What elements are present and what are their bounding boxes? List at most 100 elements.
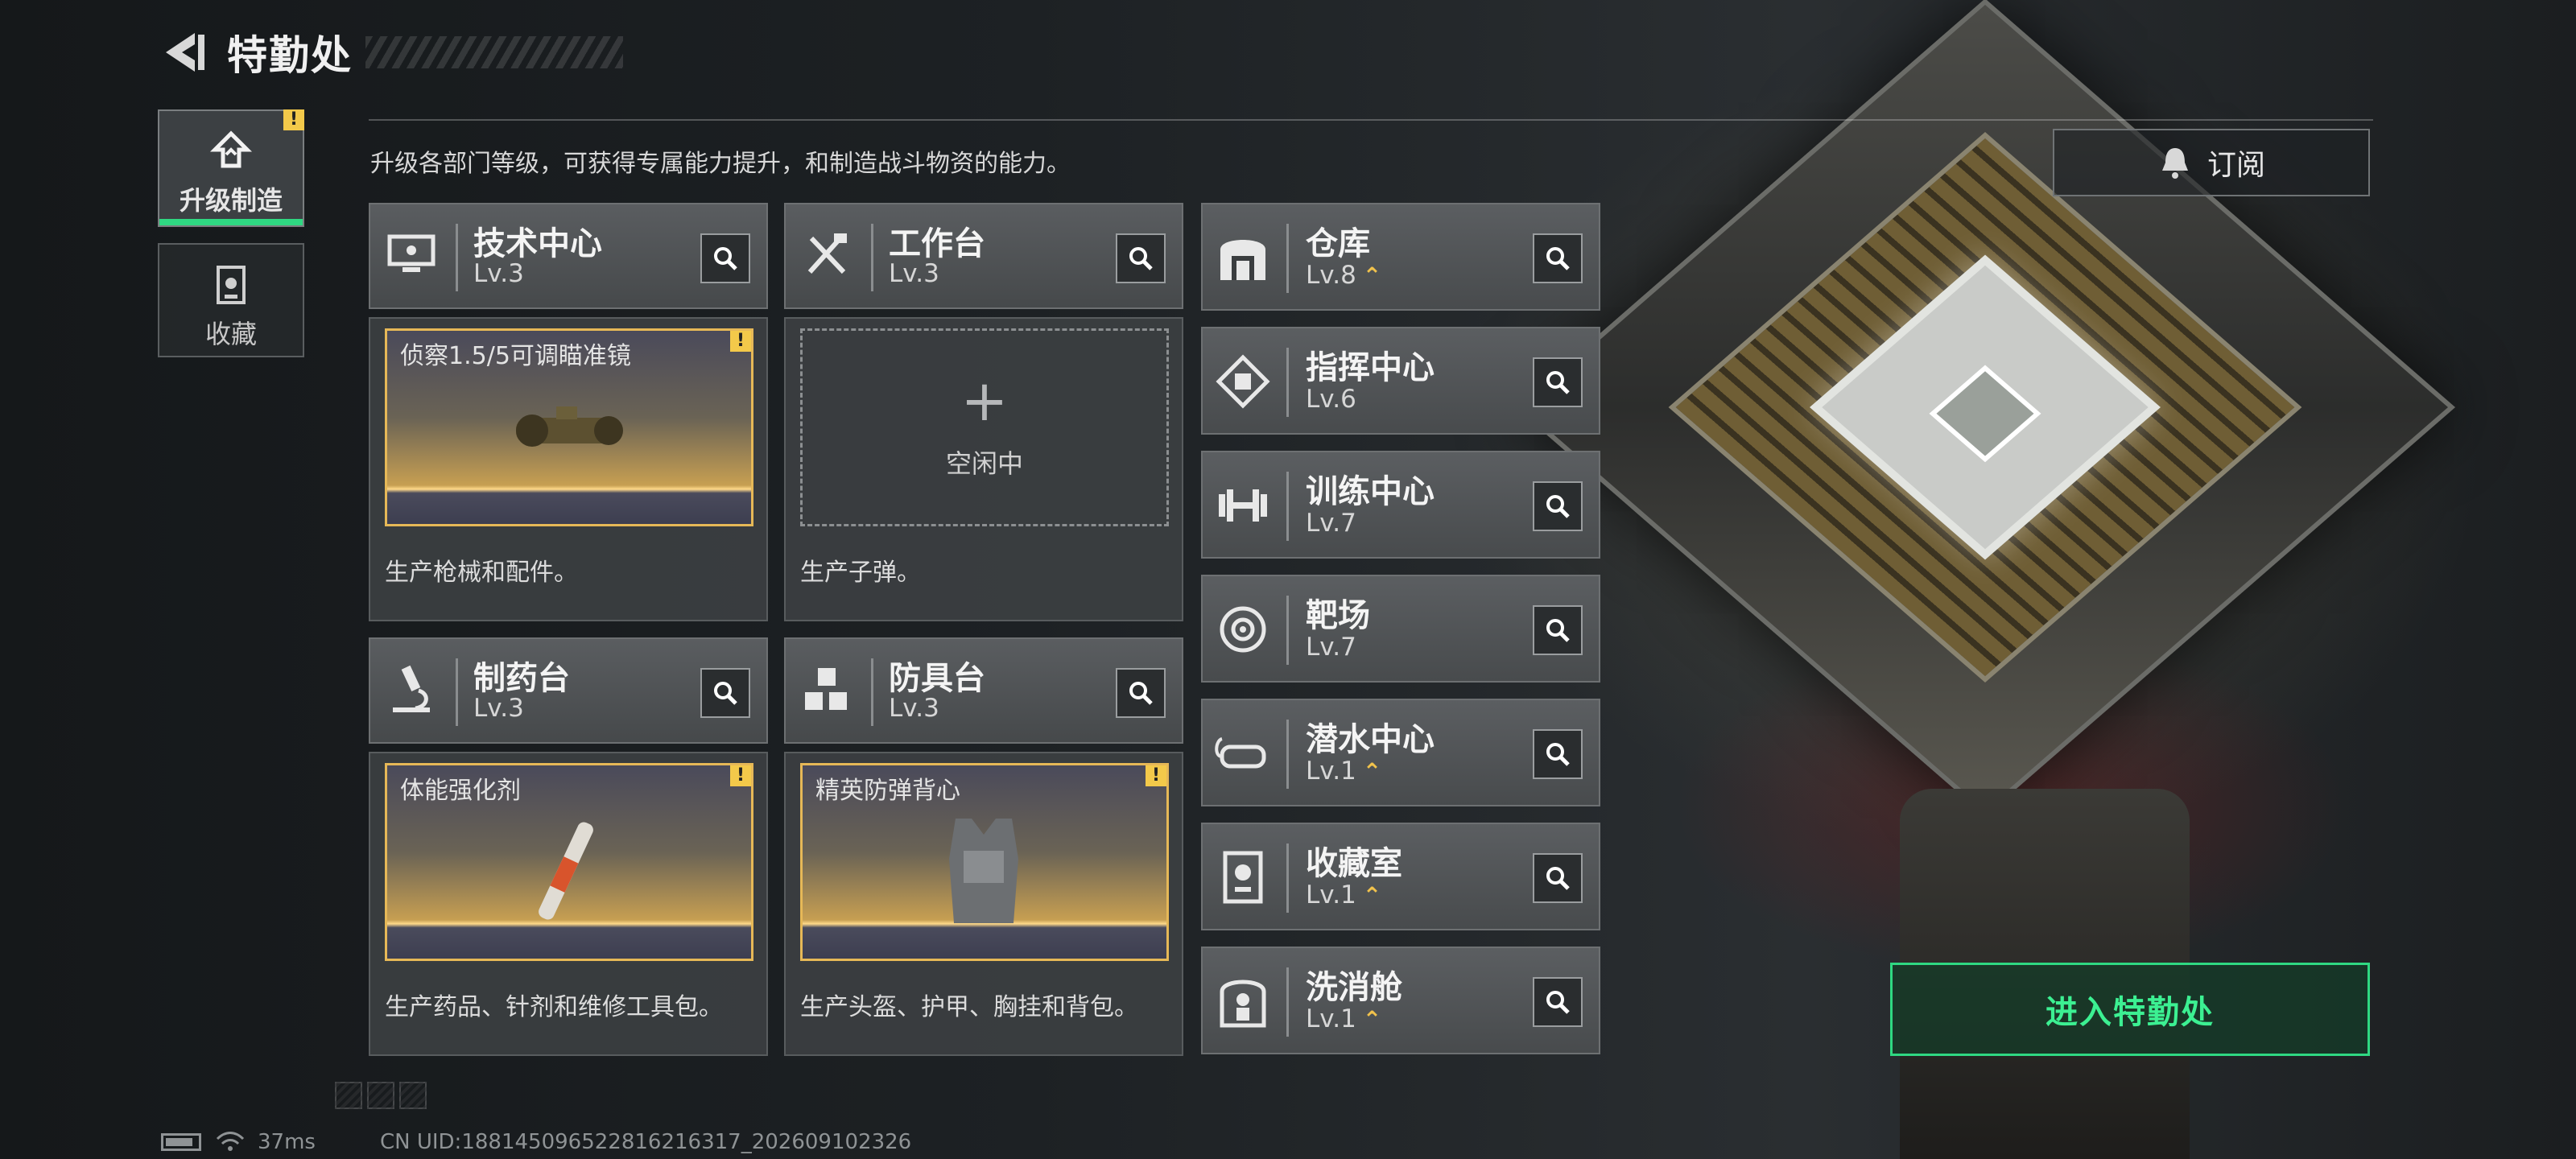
workshop-name: 制药台 [473, 660, 570, 697]
product-slot[interactable]: 侦察1.5/5可调瞄准镜 ! [385, 328, 753, 526]
building-level: Lv.1 [1306, 1004, 1356, 1033]
building-name: 潜水中心 [1306, 721, 1435, 758]
workshop-production-pharmacy[interactable]: 体能强化剂 ! 生产药品、针剂和维修工具包。 [369, 752, 768, 1056]
workshop-production-workbench[interactable]: + 空闲中 生产子弹。 [784, 317, 1183, 621]
vest-image [949, 819, 1018, 923]
workshop-card-workbench[interactable]: 工作台 Lv.3 [784, 203, 1183, 309]
alert-badge: ! [730, 765, 751, 786]
upgrade-available-icon: ⌃ [1362, 882, 1382, 909]
building-card-diving-center[interactable]: 潜水中心 Lv.1 ⌃ [1201, 699, 1600, 806]
title-decoration [365, 36, 623, 68]
search-icon [714, 247, 737, 270]
status-bar: 37ms CN UID:18814509652281621631​7_20260… [161, 1130, 911, 1154]
search-icon [714, 682, 737, 705]
divider [369, 119, 2373, 121]
workshop-card-tech-center[interactable]: 技术中心 Lv.3 [369, 203, 768, 309]
tools-icon [807, 233, 847, 274]
product-name: 侦察1.5/5可调瞄准镜 [400, 342, 631, 370]
goggles-icon [1215, 737, 1266, 769]
workshop-level: Lv.3 [473, 259, 524, 288]
chip-icon [1216, 354, 1270, 409]
building-level: Lv.6 [1306, 385, 1356, 414]
search-button[interactable] [700, 233, 750, 283]
collection-icon [159, 262, 303, 307]
workshop-level: Lv.3 [473, 694, 524, 723]
enter-special-ops-button[interactable]: 进入特勤处 [1890, 963, 2370, 1056]
uid-text: CN UID:18814509652281621631​7_2026091023… [379, 1130, 912, 1154]
bell-icon [2161, 148, 2188, 179]
building-card-decon-chamber[interactable]: 洗消舱 Lv.1 ⌃ [1201, 947, 1600, 1054]
decon-icon [1220, 980, 1266, 1028]
workshop-production-armor[interactable]: 精英防弹背心 ! 生产头盔、护甲、胸挂和背包。 [784, 752, 1183, 1056]
subscribe-label: 订阅 [2207, 149, 2265, 182]
search-icon [1546, 371, 1570, 394]
search-button[interactable] [1533, 357, 1583, 407]
search-icon [1546, 991, 1570, 1014]
monitor-icon [387, 234, 436, 272]
target-icon [1220, 606, 1266, 653]
add-icon: + [960, 368, 1009, 434]
building-card-collection-room[interactable]: 收藏室 Lv.1 ⌃ [1201, 823, 1600, 930]
search-button[interactable] [1533, 605, 1583, 655]
tab-collection[interactable]: 收藏 [158, 243, 304, 357]
building-level: Lv.1 [1306, 881, 1356, 909]
building-level: Lv.1 [1306, 757, 1356, 786]
subscribe-button[interactable]: 订阅 [2053, 129, 2370, 196]
search-button[interactable] [700, 668, 750, 718]
display-case-icon [1223, 851, 1263, 904]
workshop-card-pharmacy[interactable]: 制药台 Lv.3 [369, 637, 768, 744]
idle-label: 空闲中 [945, 448, 1023, 479]
search-button[interactable] [1116, 233, 1166, 283]
search-button[interactable] [1533, 233, 1583, 283]
tab-upgrade-craft[interactable]: ! 升级制造 [158, 109, 304, 227]
alert-badge: ! [283, 109, 304, 130]
workshop-footer: 生产药品、针剂和维修工具包。 [385, 993, 723, 1021]
search-icon [1129, 247, 1153, 270]
idle-slot[interactable]: + 空闲中 [800, 328, 1169, 526]
workshop-footer: 生产子弹。 [800, 559, 921, 587]
back-arrow-icon[interactable] [161, 28, 209, 76]
building-name: 指挥中心 [1306, 349, 1435, 386]
search-icon [1546, 867, 1570, 890]
building-card-warehouse[interactable]: 仓库 Lv.8 ⌃ [1201, 203, 1600, 311]
search-button[interactable] [1533, 729, 1583, 779]
upgrade-available-icon: ⌃ [1362, 262, 1382, 289]
product-name: 精英防弹背心 [815, 777, 960, 805]
product-slot[interactable]: 体能强化剂 ! [385, 763, 753, 961]
ping-text: 37ms [258, 1130, 316, 1154]
building-level: Lv.7 [1306, 509, 1356, 538]
decoration-squares [335, 1082, 427, 1109]
search-icon [1546, 247, 1570, 270]
building-name: 训练中心 [1306, 473, 1435, 510]
dumbbell-icon [1219, 489, 1267, 522]
building-level: Lv.7 [1306, 633, 1356, 662]
search-icon [1546, 495, 1570, 518]
workshop-footer: 生产枪械和配件。 [385, 559, 578, 587]
workshop-card-armor[interactable]: 防具台 Lv.3 [784, 637, 1183, 744]
building-card-training-center[interactable]: 训练中心 Lv.7 [1201, 451, 1600, 559]
search-button[interactable] [1533, 853, 1583, 903]
building-card-shooting-range[interactable]: 靶场 Lv.7 [1201, 575, 1600, 683]
search-button[interactable] [1533, 977, 1583, 1027]
search-button[interactable] [1533, 481, 1583, 531]
wifi-icon [216, 1132, 245, 1151]
page-description: 升级各部门等级，可获得专属能力提升，和制造战斗物资的能力。 [370, 150, 1071, 178]
search-button[interactable] [1116, 668, 1166, 718]
building-card-command-center[interactable]: 指挥中心 Lv.6 [1201, 327, 1600, 435]
upgrade-craft-icon [159, 129, 303, 174]
page-title: 特勤处 [227, 32, 353, 79]
building-name: 洗消舱 [1306, 969, 1402, 1006]
microscope-icon [393, 665, 430, 712]
warehouse-icon [1220, 240, 1265, 280]
search-icon [1129, 682, 1153, 705]
workshop-level: Lv.3 [889, 694, 939, 723]
workshop-level: Lv.3 [889, 259, 939, 288]
building-name: 靶场 [1306, 597, 1370, 634]
workshop-production-tech-center[interactable]: 侦察1.5/5可调瞄准镜 ! 生产枪械和配件。 [369, 317, 768, 621]
workshop-name: 工作台 [889, 225, 985, 262]
battery-icon [161, 1133, 201, 1151]
alert-badge: ! [1146, 765, 1166, 786]
cubes-icon [805, 668, 847, 710]
product-slot[interactable]: 精英防弹背心 ! [800, 763, 1169, 961]
building-name: 仓库 [1306, 225, 1370, 262]
